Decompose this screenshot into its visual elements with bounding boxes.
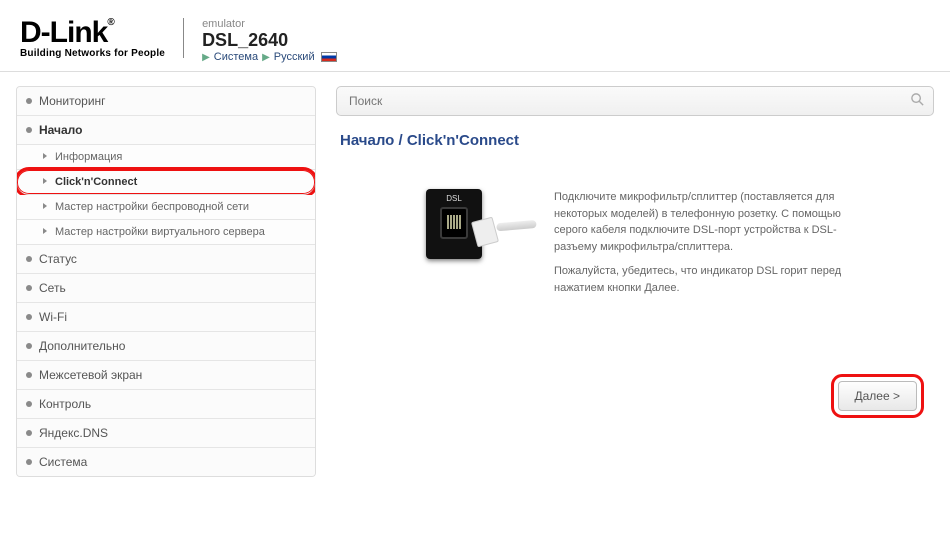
sidebar-item-advanced[interactable]: Дополнительно: [17, 332, 315, 361]
sidebar-menu: Мониторинг Начало Информация Click'n'Con…: [16, 86, 316, 477]
rj-port-icon: [440, 207, 468, 239]
content: Мониторинг Начало Информация Click'n'Con…: [0, 72, 950, 507]
sidebar-item-status[interactable]: Статус: [17, 245, 315, 274]
sidebar-item-system[interactable]: Система: [17, 448, 315, 476]
sidebar-item-wifi[interactable]: Wi-Fi: [17, 303, 315, 332]
sidebar-item-clicknconnect[interactable]: Click'n'Connect: [17, 170, 315, 195]
model-name: DSL_2640: [202, 30, 337, 51]
instruction-paragraph-2: Пожалуйста, убедитесь, что индикатор DSL…: [554, 263, 864, 296]
sidebar-item-control[interactable]: Контроль: [17, 390, 315, 419]
logo-main: D-Link®: [20, 18, 165, 48]
sidebar-item-wireless-wizard[interactable]: Мастер настройки беспроводной сети: [17, 195, 315, 220]
instruction-paragraph-1: Подключите микрофильтр/сплиттер (поставл…: [554, 189, 864, 255]
sidebar-item-start[interactable]: Начало: [17, 116, 315, 145]
footer-buttons: Далее >: [336, 374, 934, 418]
highlight-ring: Далее >: [831, 374, 925, 418]
sidebar-item-monitoring[interactable]: Мониторинг: [17, 87, 315, 116]
header-links: ▶ Система ▶ Русский: [202, 51, 337, 63]
main: Начало / Click'n'Connect DSL Подключите …: [336, 86, 934, 477]
search-icon[interactable]: [910, 92, 925, 110]
step-row: DSL Подключите микрофильтр/сплиттер (пос…: [336, 179, 934, 364]
step-text: Подключите микрофильтр/сплиттер (поставл…: [554, 189, 864, 304]
sidebar-item-information[interactable]: Информация: [17, 145, 315, 170]
next-button[interactable]: Далее >: [838, 381, 918, 411]
logo-tagline: Building Networks for People: [20, 48, 165, 59]
link-language[interactable]: Русский: [274, 51, 315, 63]
chevron-right-icon: ▶: [262, 52, 270, 63]
dsl-device-image: DSL: [426, 189, 526, 259]
dsl-port-label: DSL: [431, 194, 477, 203]
search-bar: [336, 86, 934, 116]
emulator-label: emulator: [202, 18, 337, 30]
sidebar: Мониторинг Начало Информация Click'n'Con…: [16, 86, 316, 477]
link-system[interactable]: Система: [214, 51, 258, 63]
flag-ru-icon: [321, 52, 337, 62]
divider: [183, 18, 184, 58]
sidebar-item-yandexdns[interactable]: Яндекс.DNS: [17, 419, 315, 448]
logo: D-Link® Building Networks for People: [20, 18, 165, 59]
search-input[interactable]: [336, 86, 934, 116]
chevron-right-icon: ▶: [202, 52, 210, 63]
model-block: emulator DSL_2640 ▶ Система ▶ Русский: [202, 18, 337, 63]
sidebar-item-vserver-wizard[interactable]: Мастер настройки виртуального сервера: [17, 220, 315, 245]
sidebar-item-firewall[interactable]: Межсетевой экран: [17, 361, 315, 390]
breadcrumb: Начало / Click'n'Connect: [336, 132, 934, 149]
header: D-Link® Building Networks for People emu…: [0, 0, 950, 72]
sidebar-item-network[interactable]: Сеть: [17, 274, 315, 303]
